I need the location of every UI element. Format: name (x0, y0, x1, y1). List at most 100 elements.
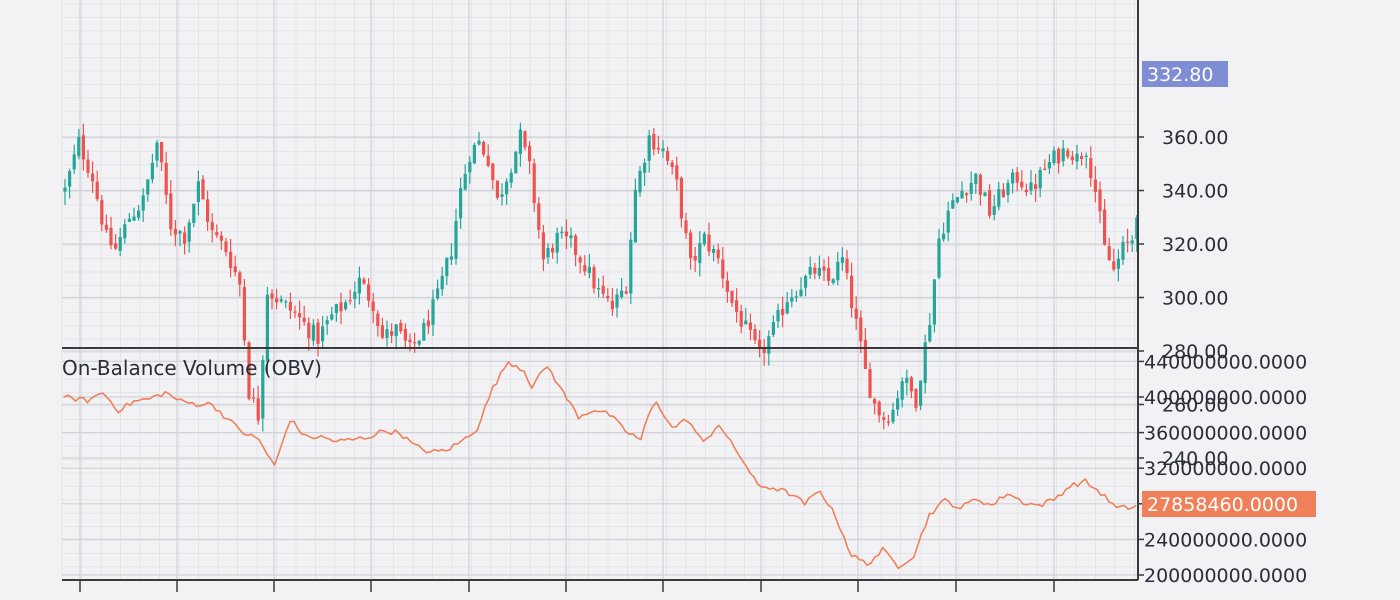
candle-body (712, 249, 716, 253)
candle-body (348, 300, 352, 302)
candle-body (965, 193, 969, 196)
candle-body (960, 191, 964, 199)
candle-body (100, 200, 104, 225)
candle-body (1121, 241, 1125, 260)
candle-body (1130, 240, 1134, 244)
candle (495, 180, 499, 200)
candle-body (541, 232, 545, 260)
candle-body (353, 291, 357, 299)
candle-body (620, 290, 624, 298)
candle-body (399, 322, 403, 332)
candle-body (850, 275, 854, 309)
candle-body (81, 135, 85, 160)
candle-body (1001, 189, 1005, 198)
candle-body (1093, 179, 1097, 192)
candle-body (468, 161, 472, 173)
candle-body (817, 267, 821, 276)
candle-body (385, 329, 389, 338)
obv-tick-label: 360000000.0000 (1144, 423, 1307, 445)
candle-body (210, 221, 214, 231)
candle-body (633, 189, 637, 243)
candle-body (1047, 162, 1051, 169)
candle-body (854, 308, 858, 319)
candle-body (459, 188, 463, 219)
candle-body (564, 231, 568, 237)
candle-body (509, 172, 513, 183)
candle-body (482, 141, 486, 155)
candle-body (785, 302, 789, 314)
candle-body (1075, 153, 1079, 162)
candle-body (638, 170, 642, 193)
candle-body (606, 295, 610, 299)
candle-body (827, 268, 831, 281)
candle-body (730, 290, 734, 303)
candle-body (1020, 181, 1024, 188)
candle-body (914, 389, 918, 408)
candle-body (808, 267, 812, 275)
candle-body (118, 236, 122, 251)
candle-body (587, 266, 591, 274)
candle-body (403, 328, 407, 341)
candle-body (150, 162, 154, 180)
candle-body (877, 401, 881, 416)
candle-body (293, 311, 297, 313)
candle-body (514, 151, 518, 174)
candle-body (454, 220, 458, 259)
candle-body (781, 308, 785, 316)
candle-body (735, 300, 739, 312)
candle-body (909, 377, 913, 392)
last-obv-label: 27858460.0000 (1147, 494, 1298, 516)
candle (919, 380, 923, 411)
candle-body (408, 339, 412, 343)
candle-body (229, 251, 233, 269)
candle-body (776, 309, 780, 322)
candle-body (1080, 155, 1084, 159)
candle-body (578, 257, 582, 263)
candle-body (574, 235, 578, 256)
candle-body (1029, 182, 1033, 191)
candle-body (1057, 148, 1061, 164)
candle-body (1024, 189, 1028, 193)
candle-body (615, 294, 619, 308)
candle-body (344, 302, 348, 310)
candle-body (1084, 155, 1088, 157)
candle-body (942, 233, 946, 240)
candle-body (339, 302, 343, 312)
candle-body (610, 300, 614, 310)
candle-body (1066, 150, 1070, 157)
candle-body (219, 235, 223, 241)
price-tick-label: 360.00 (1162, 127, 1228, 149)
candle-body (716, 249, 720, 259)
candle-body (983, 192, 987, 197)
candle-body (178, 231, 182, 234)
candle (932, 279, 936, 333)
candle-body (684, 220, 688, 234)
candle-body (431, 299, 435, 325)
candle-body (951, 200, 955, 209)
candle-body (63, 187, 67, 192)
candle-body (495, 180, 499, 198)
candle-body (173, 228, 177, 235)
candle-body (321, 326, 325, 342)
candle-body (426, 320, 430, 327)
last-price-label: 332.80 (1147, 64, 1213, 86)
candle-body (1038, 169, 1042, 189)
candle-body (311, 324, 315, 341)
candle-body (670, 162, 674, 168)
candle-body (992, 206, 996, 215)
candle (472, 142, 476, 165)
candle-body (652, 133, 656, 150)
last-obv-badge: 27858460.0000 (1142, 491, 1316, 517)
price-tick-label: 340.00 (1162, 181, 1228, 203)
candle-body (689, 232, 693, 259)
candle-body (1107, 246, 1111, 260)
candle (482, 140, 486, 157)
candle-body (436, 288, 440, 299)
obv-tick-label: 440000000.0000 (1144, 351, 1307, 373)
candle-body (969, 182, 973, 194)
candle-body (868, 369, 872, 398)
candle-body (91, 173, 95, 182)
candle-body (1116, 258, 1120, 269)
candle-body (679, 177, 683, 219)
candle-body (1089, 158, 1093, 179)
